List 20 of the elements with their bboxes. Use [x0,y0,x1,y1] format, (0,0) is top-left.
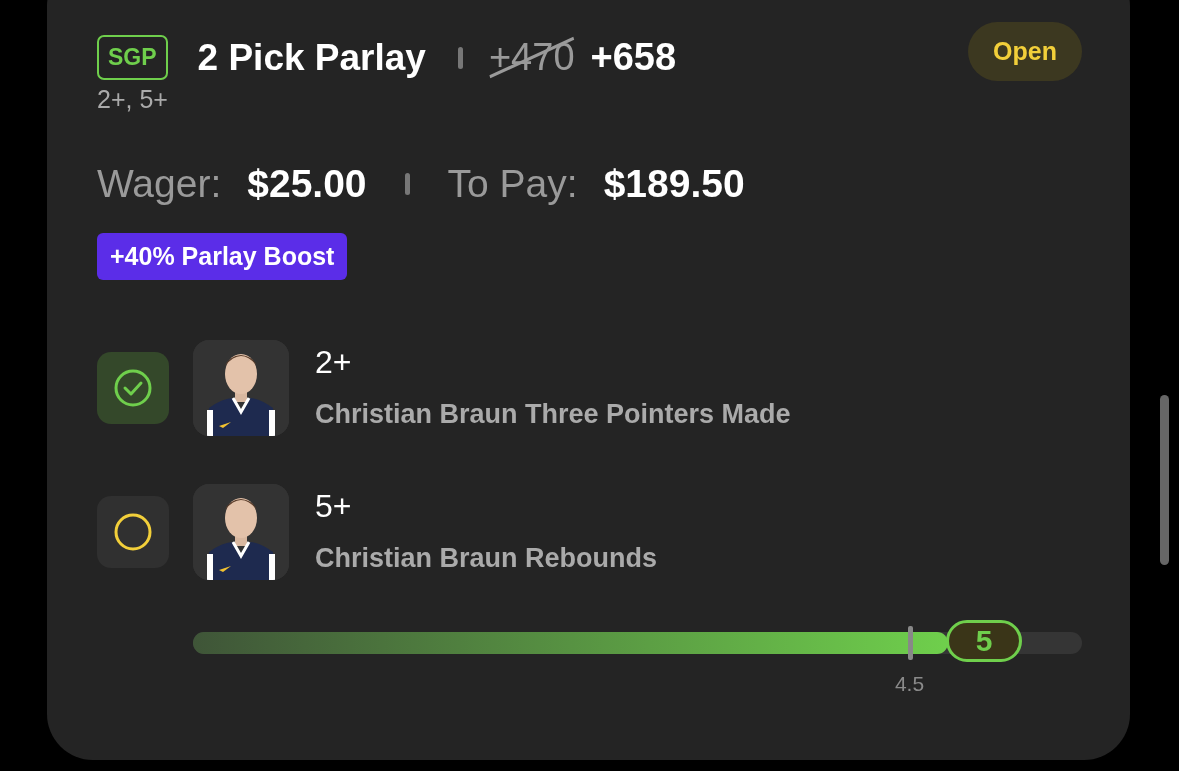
divider [404,173,410,195]
target-marker [907,626,913,660]
progress-value: 5 [946,620,1023,662]
payout-label: To Pay: [447,162,578,206]
divider [457,46,463,69]
scrollbar[interactable] [1160,395,1169,565]
leg-market: Christian Braun Three Pointers Made [315,399,791,430]
boosted-odds: +658 [590,36,677,79]
payout-amount: $189.50 [603,162,745,206]
leg-line: 2+ [315,344,353,381]
bet-summary: 2+, 5+ [97,85,169,114]
sgp-badge: SGP [97,35,168,80]
wager-label: Wager: [97,162,222,206]
boost-badge: +40% Parlay Boost [97,233,348,280]
target-value: 4.5 [894,672,925,696]
status-badge: Open [968,22,1082,81]
wager-amount: $25.00 [247,162,367,206]
bet-title: 2 Pick Parlay [197,36,426,79]
leg-line: 5+ [315,488,353,525]
leg-market: Christian Braun Rebounds [315,543,658,574]
